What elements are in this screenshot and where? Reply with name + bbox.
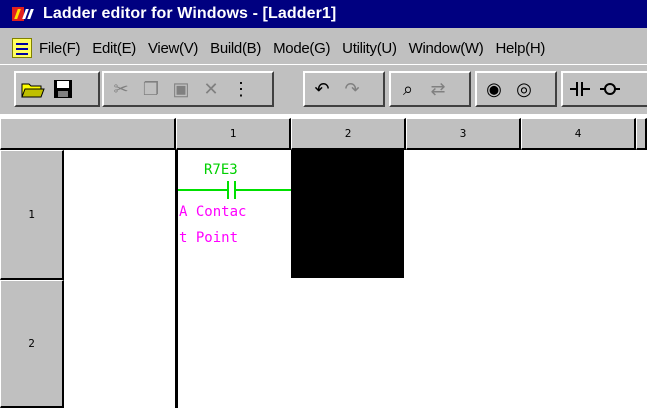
- toolbar-group-transfer: ◉ ◎: [475, 71, 557, 107]
- contact-comment-line2: t Point: [179, 230, 239, 246]
- window-title: Ladder editor for Windows - [Ladder1]: [43, 5, 337, 22]
- save-icon[interactable]: [49, 75, 77, 103]
- delete-icon[interactable]: ✕: [197, 75, 225, 103]
- download-icon[interactable]: ◉: [480, 75, 508, 103]
- menu-window[interactable]: Window(W): [409, 40, 484, 57]
- open-folder-icon[interactable]: [19, 75, 47, 103]
- upload-icon[interactable]: ◎: [510, 75, 538, 103]
- grid-corner: [0, 118, 176, 150]
- menu-build[interactable]: Build(B): [210, 40, 261, 57]
- menu-help[interactable]: Help(H): [495, 40, 545, 57]
- toolbar: ✂ ❐ ▣ ✕ ⋮ ↶ ↷ ⌕ ⇄ ◉ ◎: [0, 64, 647, 114]
- undo-icon[interactable]: ↶: [308, 75, 336, 103]
- column-header-3: 3: [406, 118, 521, 150]
- contact-comment-line1: A Contac: [179, 204, 247, 220]
- toolbar-group-file: [14, 71, 100, 107]
- ladder-grid[interactable]: 1 2 3 4 1 2 R7E3 A Contac t Point: [0, 118, 647, 408]
- toolbar-group-ladder: [561, 71, 647, 107]
- app-logo-icon: [12, 4, 38, 24]
- menu-edit[interactable]: Edit(E): [92, 40, 136, 57]
- toolbar-group-edit: ✂ ❐ ▣ ✕ ⋮: [102, 71, 274, 107]
- toolbar-group-undo: ↶ ↷: [303, 71, 385, 107]
- row-header-1: 1: [0, 150, 64, 280]
- menu-view[interactable]: View(V): [148, 40, 198, 57]
- column-header-2: 2: [291, 118, 406, 150]
- menu-utility[interactable]: Utility(U): [342, 40, 397, 57]
- column-header-4: 4: [521, 118, 636, 150]
- paste-icon[interactable]: ▣: [167, 75, 195, 103]
- redo-icon[interactable]: ↷: [338, 75, 366, 103]
- title-bar: Ladder editor for Windows - [Ladder1]: [0, 0, 647, 28]
- contact-address: R7E3: [204, 162, 238, 178]
- find-replace-icon[interactable]: ⇄: [424, 75, 452, 103]
- coil-icon[interactable]: [596, 75, 624, 103]
- cut-icon[interactable]: ✂: [107, 75, 135, 103]
- column-header-1: 1: [176, 118, 291, 150]
- menu-mode[interactable]: Mode(G): [273, 40, 330, 57]
- menu-bar: File(F) Edit(E) View(V) Build(B) Mode(G)…: [0, 34, 647, 62]
- toolbar-group-find: ⌕ ⇄: [389, 71, 471, 107]
- selected-cell-cursor[interactable]: [291, 150, 404, 278]
- menu-file[interactable]: File(F): [39, 40, 81, 57]
- find-icon[interactable]: ⌕: [394, 75, 422, 103]
- document-icon[interactable]: [12, 38, 32, 58]
- contact-icon[interactable]: [566, 75, 594, 103]
- column-header-5: [636, 118, 647, 150]
- insert-line-icon[interactable]: ⋮: [227, 75, 255, 103]
- copy-icon[interactable]: ❐: [137, 75, 165, 103]
- row-header-2: 2: [0, 280, 64, 408]
